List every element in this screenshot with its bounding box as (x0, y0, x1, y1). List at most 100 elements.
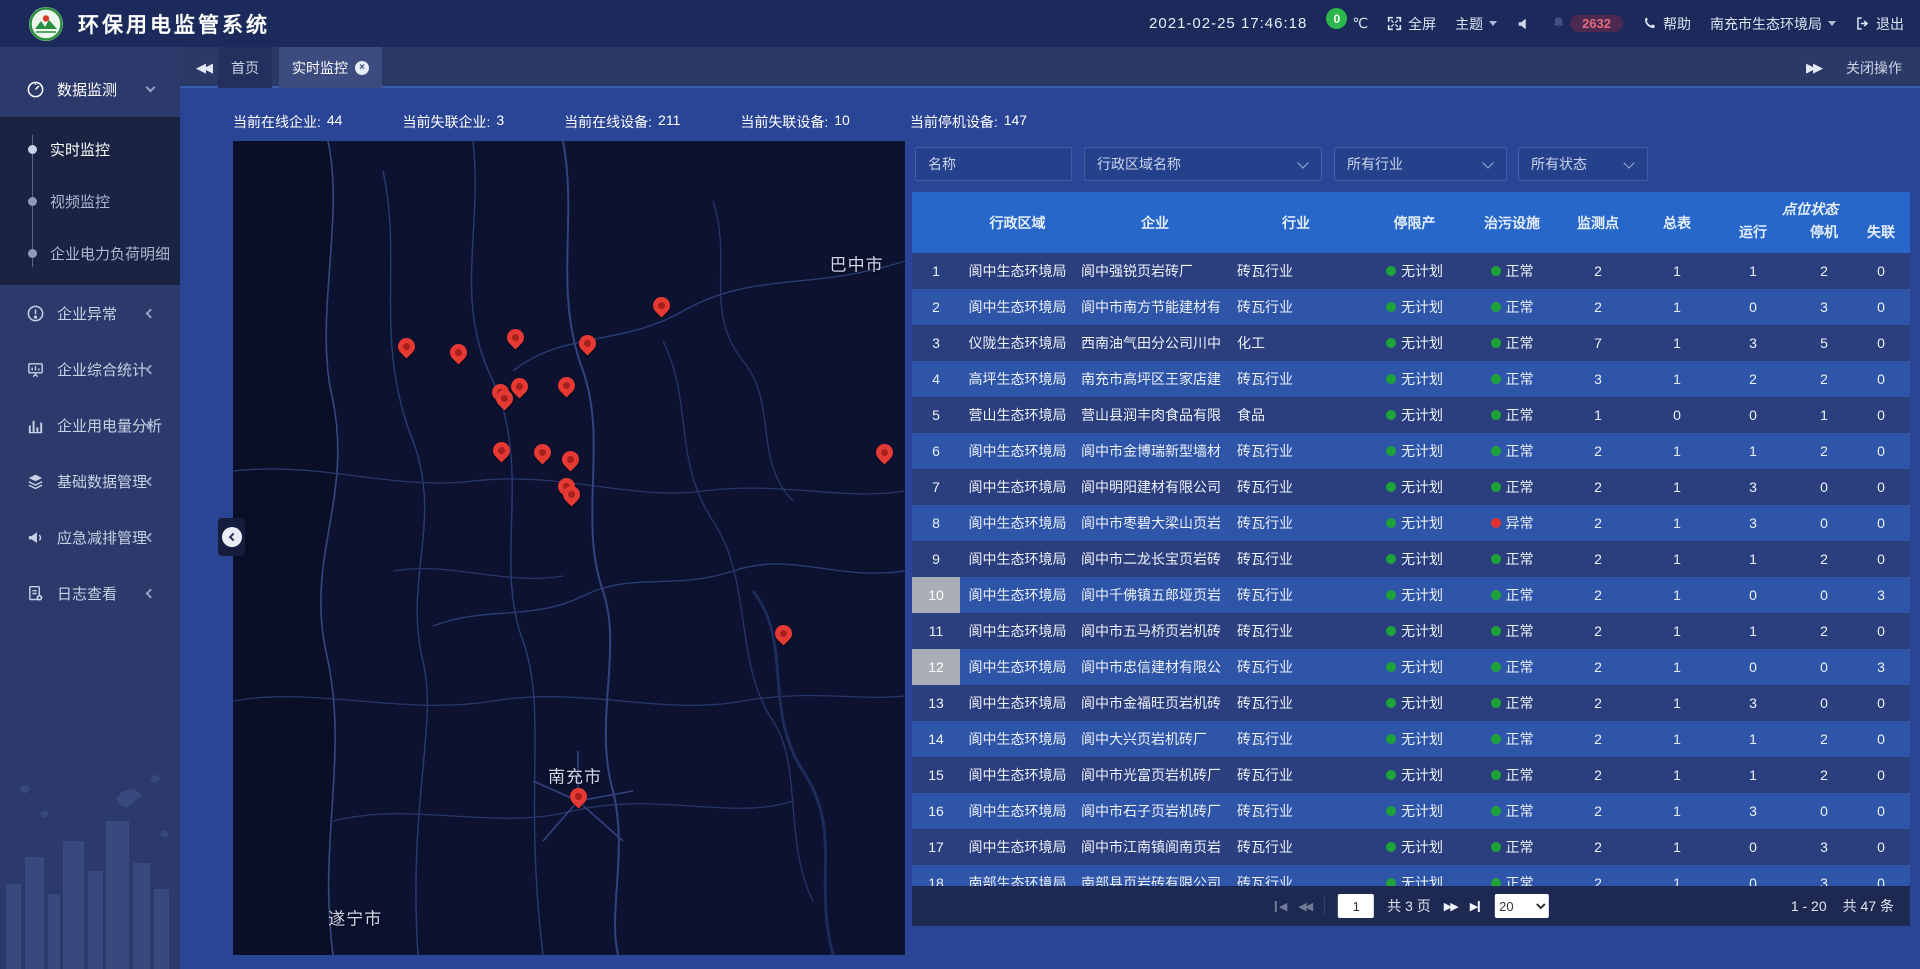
col-header-4[interactable]: 停限产 (1357, 192, 1472, 253)
pollution-facility-cell: 正常 (1472, 801, 1552, 821)
table-row[interactable]: 7阆中生态环境局阆中明阳建材有限公司砖瓦行业无计划正常21300 (912, 469, 1910, 505)
col-header-3[interactable]: 行业 (1235, 192, 1357, 253)
row-index-cell: 4 (912, 361, 960, 397)
industry-cell: 食品 (1235, 405, 1357, 425)
col-header-1[interactable]: 行政区域 (960, 192, 1075, 253)
meters-cell: 1 (1644, 731, 1710, 747)
table-row[interactable]: 1阆中生态环境局阆中强锐页岩砖厂砖瓦行业无计划正常21120 (912, 253, 1910, 289)
name-filter-input[interactable] (915, 147, 1072, 181)
table-row[interactable]: 17阆中生态环境局阆中市江南镇阆南页岩砖瓦行业无计划正常21030 (912, 829, 1910, 865)
tabs-scroll-left-icon[interactable]: ◀◀ (196, 47, 210, 88)
region-cell: 阆中生态环境局 (960, 261, 1075, 281)
row-index-cell: 15 (912, 757, 960, 793)
industry-filter-select[interactable]: 所有行业 (1334, 147, 1507, 181)
pollution-facility-cell: 正常 (1472, 549, 1552, 569)
limit-production-label: 无计划 (1401, 333, 1443, 353)
table-row[interactable]: 3仪陇生态环境局西南油气田分公司川中化工无计划正常71350 (912, 325, 1910, 361)
industry-cell: 砖瓦行业 (1235, 261, 1357, 281)
table-row[interactable]: 9阆中生态环境局阆中市二龙长宝页岩砖砖瓦行业无计划正常21120 (912, 541, 1910, 577)
limit-production-cell: 无计划 (1357, 873, 1472, 886)
industry-cell: 砖瓦行业 (1235, 657, 1357, 677)
map-panel[interactable]: 巴中市南充市遂宁市 (233, 141, 905, 955)
sidebar-item-4[interactable]: 企业用电量分析 (0, 397, 180, 453)
table-row[interactable]: 10阆中生态环境局阆中千佛镇五郎垭页岩砖瓦行业无计划正常21003 (912, 577, 1910, 613)
sidebar-item-6[interactable]: 应急减排管理 (0, 509, 180, 565)
points-cell: 2 (1552, 659, 1644, 675)
stop-cell: 2 (1796, 767, 1852, 783)
table-row[interactable]: 11阆中生态环境局阆中市五马桥页岩机砖砖瓦行业无计划正常21120 (912, 613, 1910, 649)
limit-production-cell: 无计划 (1357, 621, 1472, 641)
company-cell: 阆中大兴页岩机砖厂 (1075, 729, 1235, 749)
theme-label: 主题 (1455, 14, 1483, 34)
table-row[interactable]: 15阆中生态环境局阆中市光富页岩机砖厂砖瓦行业无计划正常21120 (912, 757, 1910, 793)
company-cell: 阆中强锐页岩砖厂 (1075, 261, 1235, 281)
notification-badge[interactable]: 2632 (1551, 15, 1623, 33)
limit-production-label: 无计划 (1401, 729, 1443, 749)
page-size-select[interactable]: 20 (1495, 894, 1549, 918)
table-row[interactable]: 6阆中生态环境局阆中市金博瑞新型墙材砖瓦行业无计划正常21120 (912, 433, 1910, 469)
col-header-7[interactable]: 总表 (1644, 192, 1710, 253)
limit-production-cell: 无计划 (1357, 333, 1472, 353)
help-button[interactable]: 帮助 (1642, 14, 1691, 34)
sidebar-item-5[interactable]: 基础数据管理 (0, 453, 180, 509)
col-header-6[interactable]: 监测点 (1552, 192, 1644, 253)
close-icon[interactable]: × (355, 61, 369, 75)
table-row[interactable]: 4高坪生态环境局南充市高坪区王家店建砖瓦行业无计划正常31220 (912, 361, 1910, 397)
sub-col-header[interactable]: 运行 (1710, 222, 1796, 242)
tabs-scroll-right-icon[interactable]: ▶▶ (1806, 47, 1820, 88)
theme-dropdown[interactable]: 主题 (1455, 14, 1497, 34)
run-cell: 0 (1710, 659, 1796, 675)
table-row[interactable]: 8阆中生态环境局阆中市枣碧大梁山页岩砖瓦行业无计划异常21300 (912, 505, 1910, 541)
fullscreen-button[interactable]: 全屏 (1387, 14, 1436, 34)
sub-col-header[interactable]: 停机 (1796, 222, 1852, 242)
sidebar-item-3[interactable]: 企业综合统计 (0, 341, 180, 397)
col-header-5[interactable]: 治污设施 (1472, 192, 1552, 253)
sidebar-subitem[interactable]: 企业电力负荷明细 (0, 227, 180, 279)
sidebar-subitem[interactable]: 视频监控 (0, 175, 180, 227)
industry-cell: 砖瓦行业 (1235, 477, 1357, 497)
region-filter-select[interactable]: 行政区域名称 (1084, 147, 1322, 181)
run-cell: 1 (1710, 767, 1796, 783)
sidebar-item-2[interactable]: 企业异常 (0, 285, 180, 341)
company-cell: 阆中市五马桥页岩机砖 (1075, 621, 1235, 641)
prev-page-button[interactable]: ◀◀ (1298, 900, 1311, 913)
table-row[interactable]: 5营山生态环境局营山县润丰肉食品有限食品无计划正常10010 (912, 397, 1910, 433)
table-row[interactable]: 2阆中生态环境局阆中市南方节能建材有砖瓦行业无计划正常21030 (912, 289, 1910, 325)
table-row[interactable]: 13阆中生态环境局阆中市金福旺页岩机砖砖瓦行业无计划正常21300 (912, 685, 1910, 721)
pollution-facility-cell: 正常 (1472, 297, 1552, 317)
sidebar-collapse-handle[interactable] (218, 518, 245, 556)
page-number-input[interactable] (1338, 894, 1374, 918)
table-row[interactable]: 16阆中生态环境局阆中市石子页岩机砖厂砖瓦行业无计划正常21300 (912, 793, 1910, 829)
status-dot-green (1386, 734, 1396, 744)
last-page-button[interactable]: ▶ (1470, 900, 1482, 913)
topbar-right: 2021-02-25 17:46:18 0 ℃ 全屏 主题 (1149, 0, 1904, 47)
points-cell: 2 (1552, 695, 1644, 711)
pollution-facility-cell: 正常 (1472, 369, 1552, 389)
enterprise-table: 行政区域企业行业停限产治污设施监测点总表点位状态运行停机失联 1阆中生态环境局阆… (912, 192, 1910, 926)
tab-2[interactable]: 实时监控× (279, 47, 382, 88)
org-dropdown[interactable]: 南充市生态环境局 (1710, 14, 1836, 34)
close-actions-button[interactable]: 关闭操作 (1846, 58, 1902, 78)
first-page-button[interactable]: ◀ (1273, 900, 1285, 913)
lost-cell: 0 (1852, 551, 1910, 567)
chevron-down-icon (1828, 21, 1836, 30)
next-page-button[interactable]: ▶▶ (1444, 900, 1457, 913)
points-cell: 2 (1552, 875, 1644, 886)
table-row[interactable]: 18南部生态环境局南部县页岩砖有限公司砖瓦行业无计划正常21030 (912, 865, 1910, 886)
industry-cell: 砖瓦行业 (1235, 693, 1357, 713)
table-row[interactable]: 14阆中生态环境局阆中大兴页岩机砖厂砖瓦行业无计划正常21120 (912, 721, 1910, 757)
sidebar-item-7[interactable]: 日志查看 (0, 565, 180, 621)
region-cell: 阆中生态环境局 (960, 441, 1075, 461)
pollution-facility-label: 正常 (1506, 297, 1534, 317)
mute-button[interactable] (1516, 16, 1532, 32)
sub-col-header[interactable]: 失联 (1852, 222, 1910, 242)
col-header-2[interactable]: 企业 (1075, 192, 1235, 253)
sidebar-subitem[interactable]: 实时监控 (0, 123, 180, 175)
stop-cell: 2 (1796, 623, 1852, 639)
table-row[interactable]: 12阆中生态环境局阆中市忠信建材有限公砖瓦行业无计划正常21003 (912, 649, 1910, 685)
status-filter-select[interactable]: 所有状态 (1518, 147, 1648, 181)
pollution-facility-cell: 正常 (1472, 873, 1552, 886)
tab-1[interactable]: 首页 (218, 47, 272, 88)
sidebar-item-1[interactable]: 数据监测 (0, 61, 180, 117)
logout-button[interactable]: 退出 (1855, 14, 1904, 34)
